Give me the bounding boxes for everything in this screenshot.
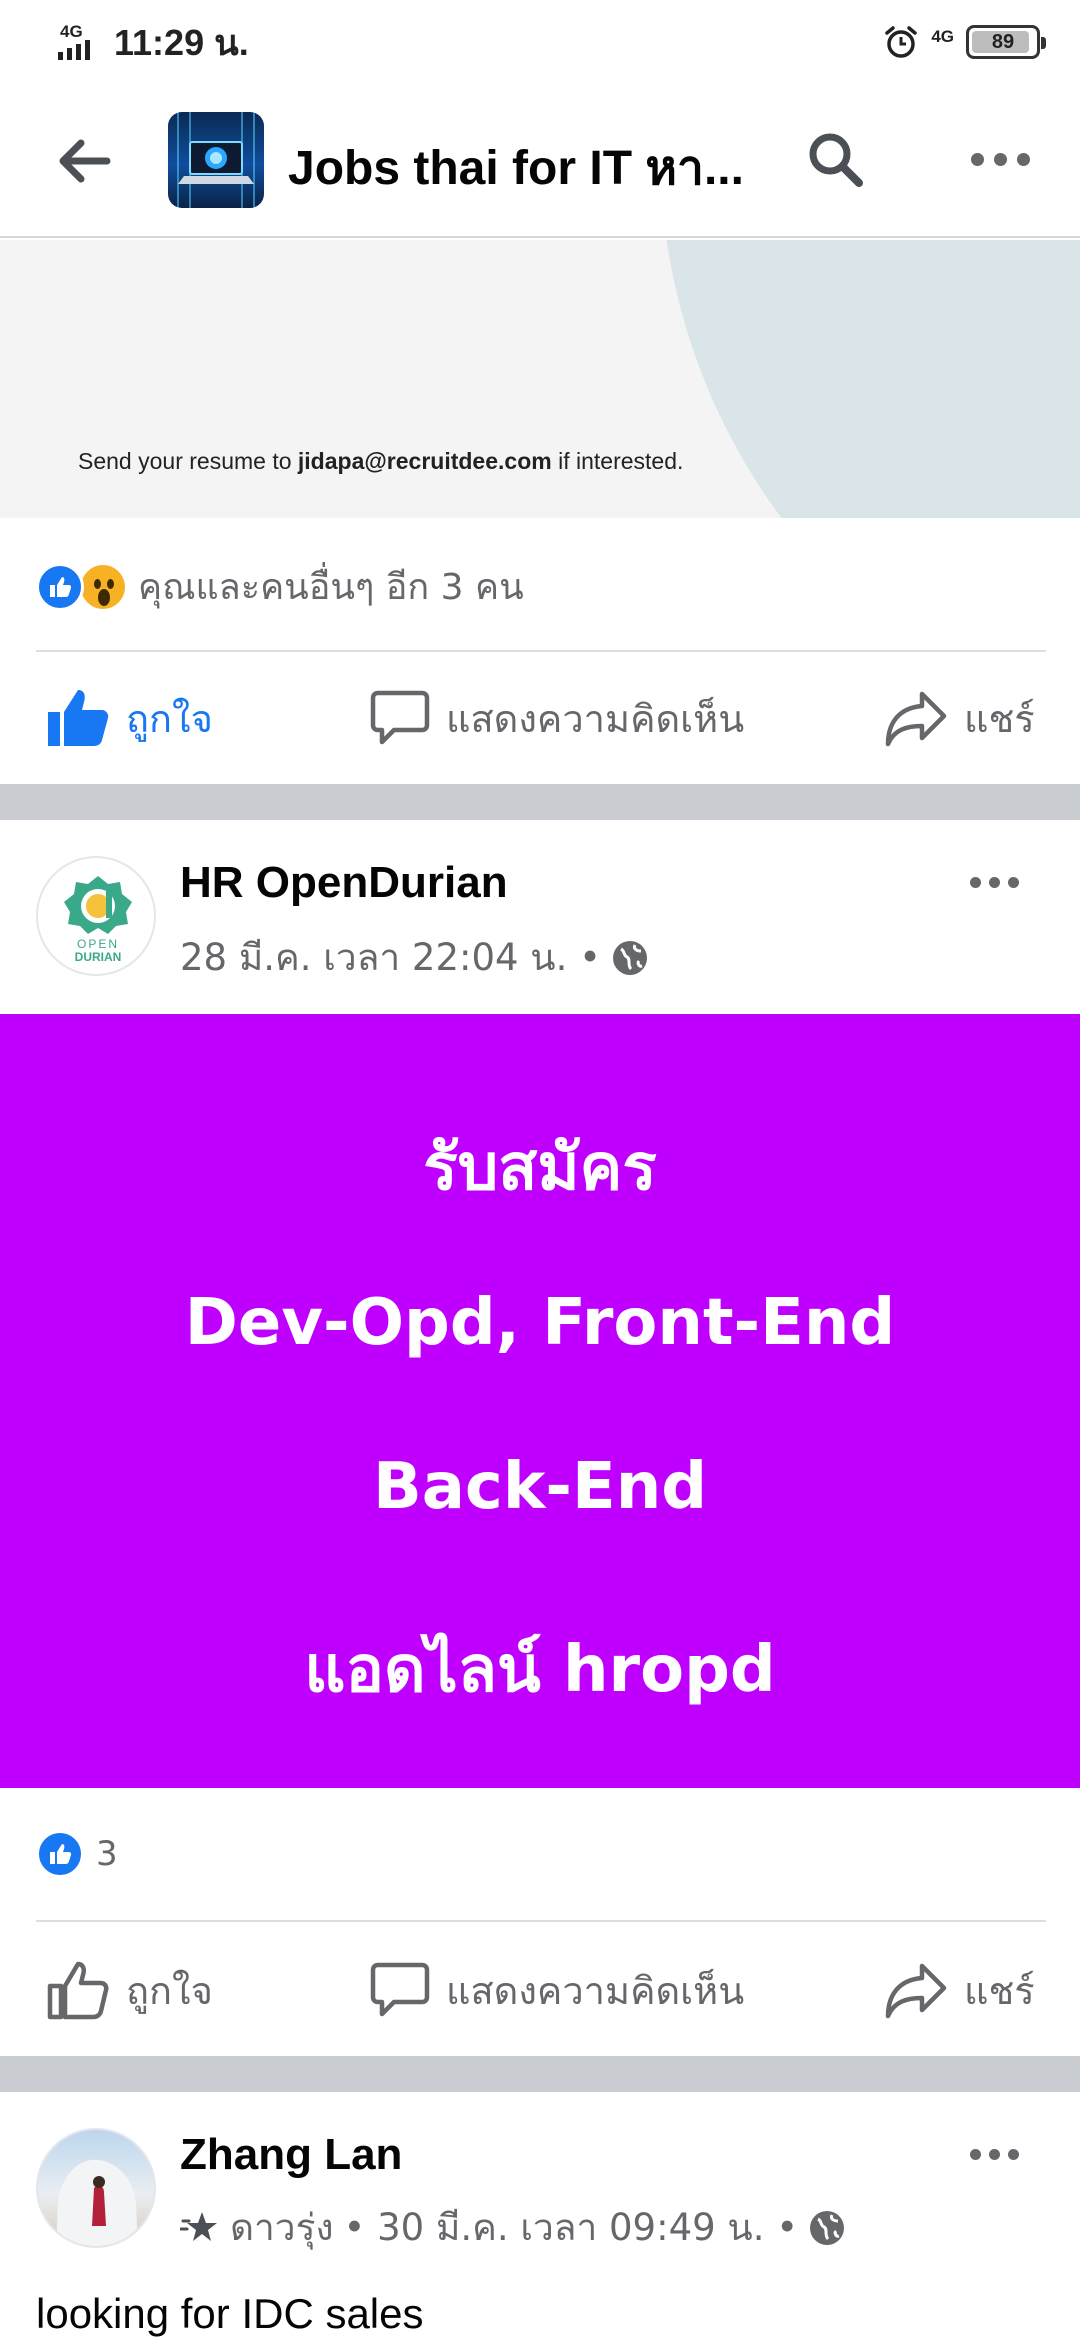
laptop-icon xyxy=(177,112,255,208)
group-avatar[interactable] xyxy=(168,112,264,208)
like-reaction-icon xyxy=(36,1830,84,1878)
thumbs-up-icon xyxy=(47,1961,109,2020)
like-button[interactable]: ถูกใจ xyxy=(46,1930,213,2050)
rising-star-badge-icon xyxy=(180,2211,217,2241)
opendurian-logo: OPEN DURIAN xyxy=(64,876,132,964)
post-actions: ถูกใจ แสดงความคิดเห็น แชร์ xyxy=(0,1930,1080,2050)
banner-line-4: แอดไลน์ hropd xyxy=(304,1633,776,1707)
share-label: แชร์ xyxy=(964,1968,1035,2013)
share-icon xyxy=(885,691,947,747)
battery-icon: 89 xyxy=(966,25,1046,59)
badge-label: ดาวรุ่ง xyxy=(230,2206,334,2249)
image-caption: Send your resume to jidapa@recruitdee.co… xyxy=(78,448,684,474)
more-horizontal-icon xyxy=(970,152,984,166)
post-more-button[interactable] xyxy=(970,2134,1030,2174)
post-body-text: looking for IDC sales xyxy=(36,2290,424,2337)
reactions-summary[interactable]: คุณและคนอื่นๆ อีก 3 คน xyxy=(36,558,524,615)
divider xyxy=(36,1920,1046,1922)
banner-line-2: Dev-Opd, Front-End xyxy=(184,1286,896,1360)
status-time: 11:29 น. xyxy=(114,21,249,63)
search-button[interactable] xyxy=(790,114,880,204)
svg-text:OPEN: OPEN xyxy=(77,937,119,951)
like-reaction-icon xyxy=(36,562,84,611)
more-horizontal-icon xyxy=(970,876,981,888)
signal-icon: 4G xyxy=(56,22,106,62)
network-type: 4G xyxy=(60,22,83,41)
comment-label: แสดงความคิดเห็น xyxy=(446,1968,745,2013)
like-label: ถูกใจ xyxy=(126,1968,213,2013)
thumbs-up-filled-icon xyxy=(48,690,109,746)
share-icon xyxy=(885,1963,947,2019)
post-image[interactable]: Send your resume to jidapa@recruitdee.co… xyxy=(0,240,1080,518)
post-more-button[interactable] xyxy=(970,862,1030,902)
wow-reaction-icon xyxy=(78,561,128,612)
globe-icon xyxy=(810,2210,845,2245)
reaction-count: 3 xyxy=(96,1834,118,1874)
share-label: แชร์ xyxy=(964,696,1035,741)
group-title[interactable]: Jobs thai for IT หา... xyxy=(288,130,748,206)
reactions-text: คุณและคนอื่นๆ อีก 3 คน xyxy=(138,567,524,608)
search-icon xyxy=(809,133,863,187)
feed-separator xyxy=(0,2056,1080,2092)
battery-level: 89 xyxy=(991,30,1015,53)
poster-avatar[interactable] xyxy=(36,2128,156,2248)
share-button[interactable]: แชร์ xyxy=(884,1930,1035,2050)
post-timestamp[interactable]: • 30 มี.ค. เวลา 09:49 น. • xyxy=(344,2198,799,2257)
status-bar: 4G 11:29 น. 4G 89 xyxy=(0,0,1080,84)
poster-name[interactable]: HR OpenDurian xyxy=(180,858,508,908)
svg-text:DURIAN: DURIAN xyxy=(75,950,122,964)
comment-button[interactable]: แสดงความคิดเห็น xyxy=(370,1930,744,2050)
banner-line-3: Back-End xyxy=(372,1450,708,1524)
comment-label: แสดงความคิดเห็น xyxy=(446,696,745,741)
post-meta: 28 มี.ค. เวลา 22:04 น. • xyxy=(180,928,649,987)
post-meta: ดาวรุ่ง • 30 มี.ค. เวลา 09:49 น. • xyxy=(180,2198,846,2257)
poster-avatar[interactable]: OPEN DURIAN xyxy=(36,856,156,976)
comment-button[interactable]: แสดงความคิดเห็น xyxy=(370,658,744,778)
network-type-right: 4G xyxy=(931,27,954,46)
divider xyxy=(36,650,1046,652)
like-label: ถูกใจ xyxy=(126,696,213,741)
app-bar: Jobs thai for IT หา... xyxy=(0,84,1080,238)
poster-name[interactable]: Zhang Lan xyxy=(180,2130,402,2180)
arrow-left-icon xyxy=(59,139,111,183)
comment-icon xyxy=(370,690,430,745)
more-options-button[interactable] xyxy=(950,114,1050,204)
like-button[interactable]: ถูกใจ xyxy=(46,658,213,778)
more-horizontal-icon xyxy=(970,2148,981,2160)
profile-photo xyxy=(56,2159,138,2246)
feed-separator xyxy=(0,784,1080,820)
post-actions: ถูกใจ แสดงความคิดเห็น แชร์ xyxy=(0,658,1080,778)
banner-line-1: รับสมัคร xyxy=(423,1131,657,1205)
back-button[interactable] xyxy=(0,84,166,238)
reactions-summary[interactable]: 3 xyxy=(36,1830,118,1878)
post-timestamp[interactable]: 28 มี.ค. เวลา 22:04 น. • xyxy=(180,928,601,987)
alarm-icon xyxy=(885,26,918,58)
comment-icon xyxy=(370,1962,430,2017)
globe-icon xyxy=(612,940,647,975)
share-button[interactable]: แชร์ xyxy=(884,658,1035,778)
post-banner[interactable]: รับสมัคร Dev-Opd, Front-End Back-End แอด… xyxy=(0,1014,1080,1788)
